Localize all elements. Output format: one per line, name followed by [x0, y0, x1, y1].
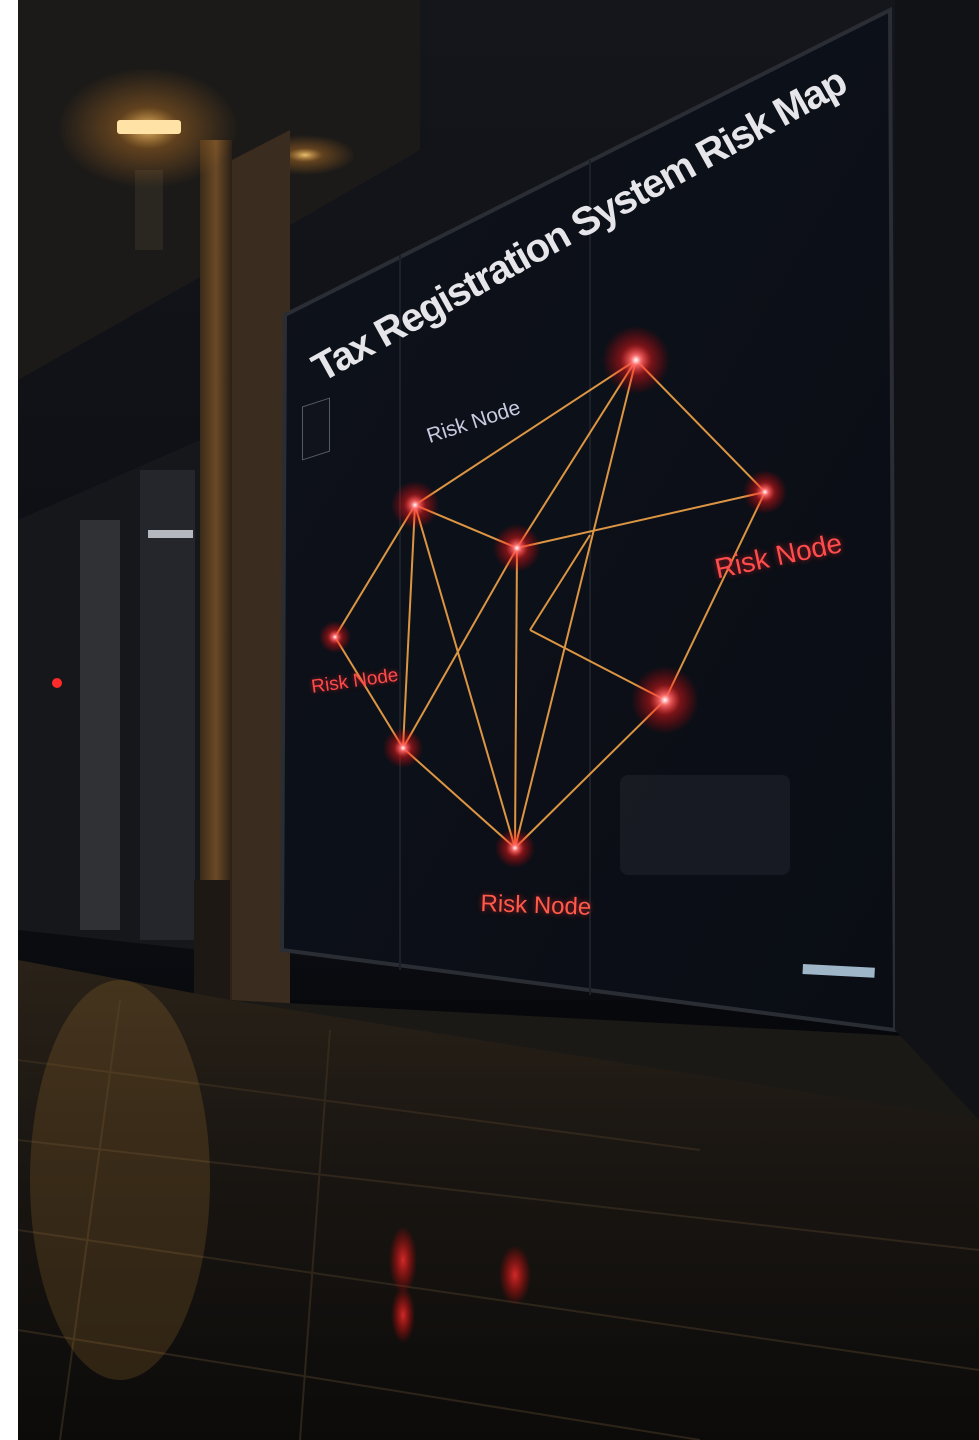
- node-reflection: [389, 1226, 417, 1294]
- lamp-reflection: [30, 980, 210, 1380]
- risk-node: [602, 326, 670, 394]
- right-wall: [895, 0, 979, 1120]
- street-scene: [0, 0, 979, 1440]
- lamp-post: [200, 140, 232, 1000]
- red-signal-light: [52, 678, 62, 688]
- store-window-1: [80, 520, 120, 930]
- risk-node: [391, 481, 439, 529]
- street-lamp: [117, 120, 181, 134]
- reflected-van: [620, 775, 790, 875]
- node-reflection: [391, 1287, 415, 1343]
- info-badge: [302, 397, 330, 461]
- left-edge: [0, 0, 18, 1440]
- lamp-post-base: [194, 880, 230, 1000]
- risk-node: [319, 621, 351, 653]
- node-reflection: [499, 1245, 531, 1305]
- risk-node: [743, 470, 787, 514]
- store-window-2: [140, 470, 195, 940]
- risk-node: [631, 666, 699, 734]
- risk-node: [383, 728, 423, 768]
- risk-node: [495, 828, 535, 868]
- risk-node-label-bottom: Risk Node: [480, 890, 592, 921]
- risk-node: [493, 524, 541, 572]
- store-light-strip: [148, 530, 193, 538]
